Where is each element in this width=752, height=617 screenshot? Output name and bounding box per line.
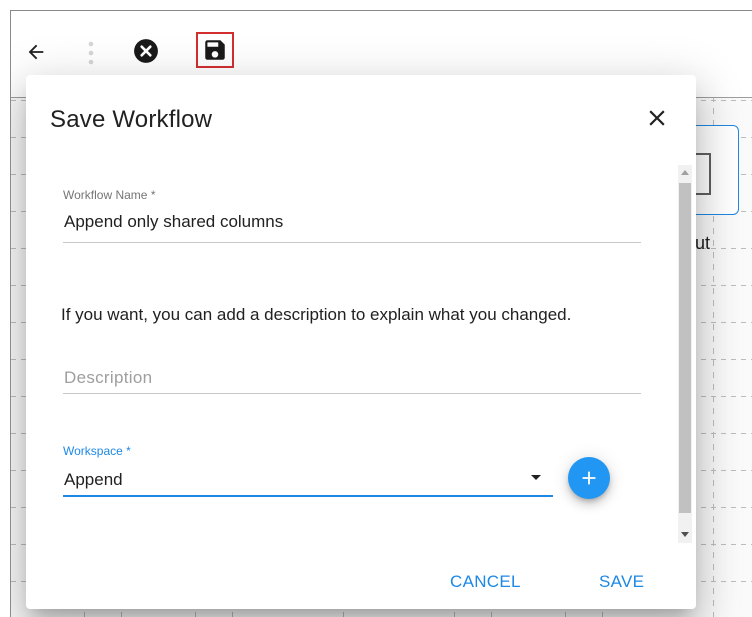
dropdown-arrow-icon[interactable] [531, 475, 541, 480]
workflow-name-underline [63, 242, 641, 243]
close-icon[interactable] [644, 105, 670, 131]
workflow-name-input[interactable]: Append only shared columns [64, 212, 283, 232]
required-mark: * [126, 444, 131, 458]
workflow-name-label: Workflow Name * [63, 188, 155, 202]
scroll-down-arrow-icon[interactable] [681, 532, 689, 537]
description-input[interactable]: Description [64, 368, 152, 388]
close-circle-icon[interactable] [132, 37, 160, 65]
scrollbar-thumb[interactable] [679, 183, 691, 513]
workspace-select[interactable]: Append [64, 470, 123, 490]
add-workspace-button[interactable] [568, 457, 610, 499]
more-vertical-icon[interactable] [85, 39, 97, 67]
description-underline [63, 393, 641, 394]
save-workflow-dialog: Save Workflow Workflow Name * Append onl… [26, 75, 696, 609]
cancel-button[interactable]: CANCEL [450, 572, 521, 592]
node-label: ut [695, 233, 711, 253]
plus-icon [582, 471, 596, 485]
dialog-title: Save Workflow [50, 106, 213, 133]
arrow-back-icon[interactable] [23, 39, 49, 65]
dialog-scrollbar[interactable] [678, 165, 692, 543]
save-button[interactable]: SAVE [599, 572, 644, 592]
required-mark: * [150, 188, 156, 202]
workspace-underline [63, 495, 553, 497]
floppy-save-icon [205, 40, 225, 60]
workflow-name-label-text: Workflow Name [63, 188, 148, 202]
app-frame: ut Save Workflow Workflow Name * Append … [10, 10, 752, 617]
description-help-text: If you want, you can add a description t… [61, 305, 572, 324]
workspace-label: Workspace * [63, 444, 131, 458]
workspace-label-text: Workspace [63, 444, 123, 458]
scroll-up-arrow-icon[interactable] [681, 170, 689, 175]
save-toolbar-button[interactable] [196, 32, 234, 68]
